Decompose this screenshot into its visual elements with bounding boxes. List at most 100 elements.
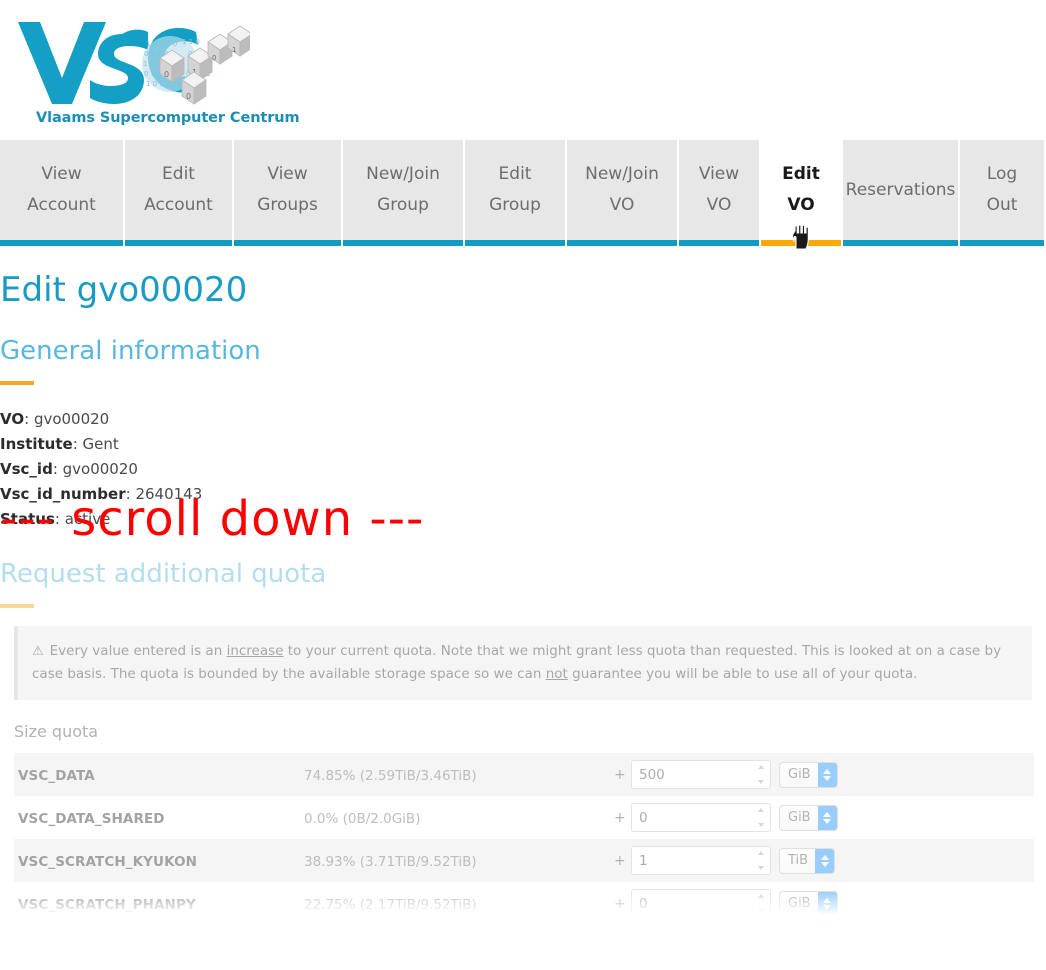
svg-text:0: 0: [186, 92, 191, 101]
main-navigation: View Account Edit Account View Groups Ne…: [0, 140, 1046, 250]
number-spinner[interactable]: [756, 894, 765, 914]
nav-tab-view-groups[interactable]: View Groups: [234, 140, 341, 246]
nav-tab-new-join-group[interactable]: New/Join Group: [343, 140, 463, 246]
nav-tab-line2: Groups: [257, 195, 318, 215]
spinner-up-arrow-icon[interactable]: [757, 808, 764, 813]
nav-tab-edit-account[interactable]: Edit Account: [125, 140, 232, 246]
warning-triangle-icon: ⚠: [32, 644, 44, 660]
quota-unit-select[interactable]: GiB: [779, 761, 838, 788]
table-row: VSC_SCRATCH_KYUKON 38.93% (3.71TiB/9.52T…: [14, 839, 1034, 883]
info-key: Vsc_id: [0, 460, 53, 479]
nav-tab-view-account[interactable]: View Account: [0, 140, 123, 246]
select-chevron-updown-icon[interactable]: [815, 848, 835, 873]
select-chevron-updown-icon[interactable]: [817, 891, 837, 916]
quota-usage: 74.85% (2.59TiB/3.46TiB): [304, 768, 477, 785]
info-row-vo: VO: gvo00020: [0, 407, 1046, 432]
plus-sign: +: [614, 766, 626, 783]
nav-tab-line2: Account: [27, 195, 96, 215]
spinner-down-arrow-icon[interactable]: [757, 909, 764, 914]
number-spinner[interactable]: [756, 765, 765, 785]
info-row-institute: Institute: Gent: [0, 432, 1046, 457]
quota-usage: 22.75% (2.17TiB/9.52TiB): [304, 897, 477, 914]
select-chevron-updown-icon[interactable]: [817, 762, 837, 787]
table-row: VSC_DATA 74.85% (2.59TiB/3.46TiB) + GiB: [14, 753, 1034, 797]
svg-text:1: 1: [232, 46, 236, 54]
nav-tab-view-vo[interactable]: View VO: [679, 140, 759, 246]
info-value: gvo00020: [33, 410, 110, 429]
nav-tab-line1: Log: [986, 164, 1018, 184]
nav-tab-log-out[interactable]: Log Out: [960, 140, 1044, 246]
nav-tab-line1: Edit: [498, 164, 532, 184]
info-sep: :: [72, 435, 83, 454]
spinner-down-arrow-icon[interactable]: [757, 780, 764, 785]
svg-text:0: 0: [164, 70, 169, 79]
info-key: VO: [0, 410, 25, 429]
plus-sign: +: [614, 809, 626, 826]
info-sep: :: [24, 410, 34, 429]
nav-tab-line2: VO: [706, 195, 732, 215]
warning-emphasis-increase: increase: [226, 643, 284, 660]
info-value: gvo00020: [62, 460, 138, 479]
quota-unit-value: GiB: [788, 896, 811, 912]
quota-usage: 0.0% (0B/2.0GiB): [304, 811, 421, 828]
svg-text:0: 0: [212, 54, 216, 62]
number-spinner[interactable]: [756, 808, 765, 828]
nav-tab-reservations[interactable]: Reservations: [843, 140, 958, 246]
quota-name: VSC_DATA: [18, 768, 95, 785]
nav-tab-line2: Out: [986, 195, 1018, 215]
nav-tab-line2: VO: [609, 195, 635, 215]
vsc-logo: 1 0 1 1 0 0 1 0 0 1 1 0 1 1 0 0 1 1 1 0 …: [10, 12, 300, 130]
quota-name: VSC_SCRATCH_KYUKON: [18, 854, 198, 871]
nav-tab-line2: VO: [787, 195, 815, 215]
quota-unit-value: GiB: [788, 810, 811, 826]
warning-emphasis-not: not: [545, 666, 568, 683]
info-sep: :: [52, 460, 63, 479]
page-title: Edit gvo00020: [0, 270, 248, 310]
spinner-up-arrow-icon[interactable]: [757, 894, 764, 899]
quota-amount-input[interactable]: [631, 889, 771, 919]
quota-request-section: Request additional quota ⚠ Every value en…: [0, 532, 1046, 926]
quota-unit-select[interactable]: GiB: [779, 890, 838, 917]
nav-tab-edit-group[interactable]: Edit Group: [465, 140, 565, 246]
plus-sign: +: [614, 852, 626, 869]
quota-unit-value: TiB: [788, 853, 809, 869]
number-spinner[interactable]: [756, 851, 765, 871]
info-key: Institute: [0, 435, 73, 454]
quota-name: VSC_SCRATCH_PHANPY: [18, 897, 196, 914]
quota-unit-select[interactable]: TiB: [779, 847, 836, 874]
nav-tab-line2: Group: [489, 195, 541, 215]
spinner-down-arrow-icon[interactable]: [757, 866, 764, 871]
vsc-logo-graphic: 1 0 1 1 0 0 1 0 0 1 1 0 1 1 0 0 1 1 1 0 …: [18, 22, 250, 105]
nav-tab-line1: New/Join: [366, 164, 440, 184]
quota-amount-input[interactable]: [631, 803, 771, 833]
warning-text-part1: Every value entered is an: [49, 643, 227, 660]
logo-tagline: Vlaams Supercomputer Centrum: [36, 110, 300, 126]
svg-text:1 0 1 1 0: 1 0 1 1 0: [146, 40, 177, 48]
plus-sign: +: [614, 895, 626, 912]
nav-tab-line1: Reservations: [845, 179, 956, 200]
scroll-down-banner: --- scroll down ---: [0, 491, 425, 547]
nav-tab-new-join-vo[interactable]: New/Join VO: [567, 140, 677, 246]
nav-tab-line1: New/Join: [585, 164, 659, 184]
info-value: Gent: [82, 435, 119, 454]
nav-tab-line2: Account: [144, 195, 213, 215]
table-row: VSC_SCRATCH_PHANPY 22.75% (2.17TiB/9.52T…: [14, 882, 1034, 926]
quota-amount-input[interactable]: [631, 846, 771, 876]
warning-text-part3: guarantee you will be able to use all of…: [567, 666, 918, 683]
nav-tab-line1: View: [41, 164, 82, 184]
spinner-up-arrow-icon[interactable]: [757, 765, 764, 770]
select-chevron-updown-icon[interactable]: [817, 805, 837, 830]
nav-tab-edit-vo[interactable]: Edit VO: [761, 140, 841, 250]
svg-text:1 1 0: 1 1 0: [182, 38, 200, 46]
quota-unit-select[interactable]: GiB: [779, 804, 838, 831]
nav-tab-line1: View: [267, 164, 308, 184]
table-row: VSC_DATA_SHARED 0.0% (0B/2.0GiB) + GiB: [14, 796, 1034, 840]
size-quota-label: Size quota: [14, 722, 99, 742]
quota-unit-value: GiB: [788, 767, 811, 783]
quota-amount-input[interactable]: [631, 760, 771, 790]
nav-tab-line2: Group: [377, 195, 429, 215]
spinner-down-arrow-icon[interactable]: [757, 823, 764, 828]
quota-usage: 38.93% (3.71TiB/9.52TiB): [304, 854, 477, 871]
site-header: 1 0 1 1 0 0 1 0 0 1 1 0 1 1 0 0 1 1 1 0 …: [0, 0, 1046, 140]
spinner-up-arrow-icon[interactable]: [757, 851, 764, 856]
